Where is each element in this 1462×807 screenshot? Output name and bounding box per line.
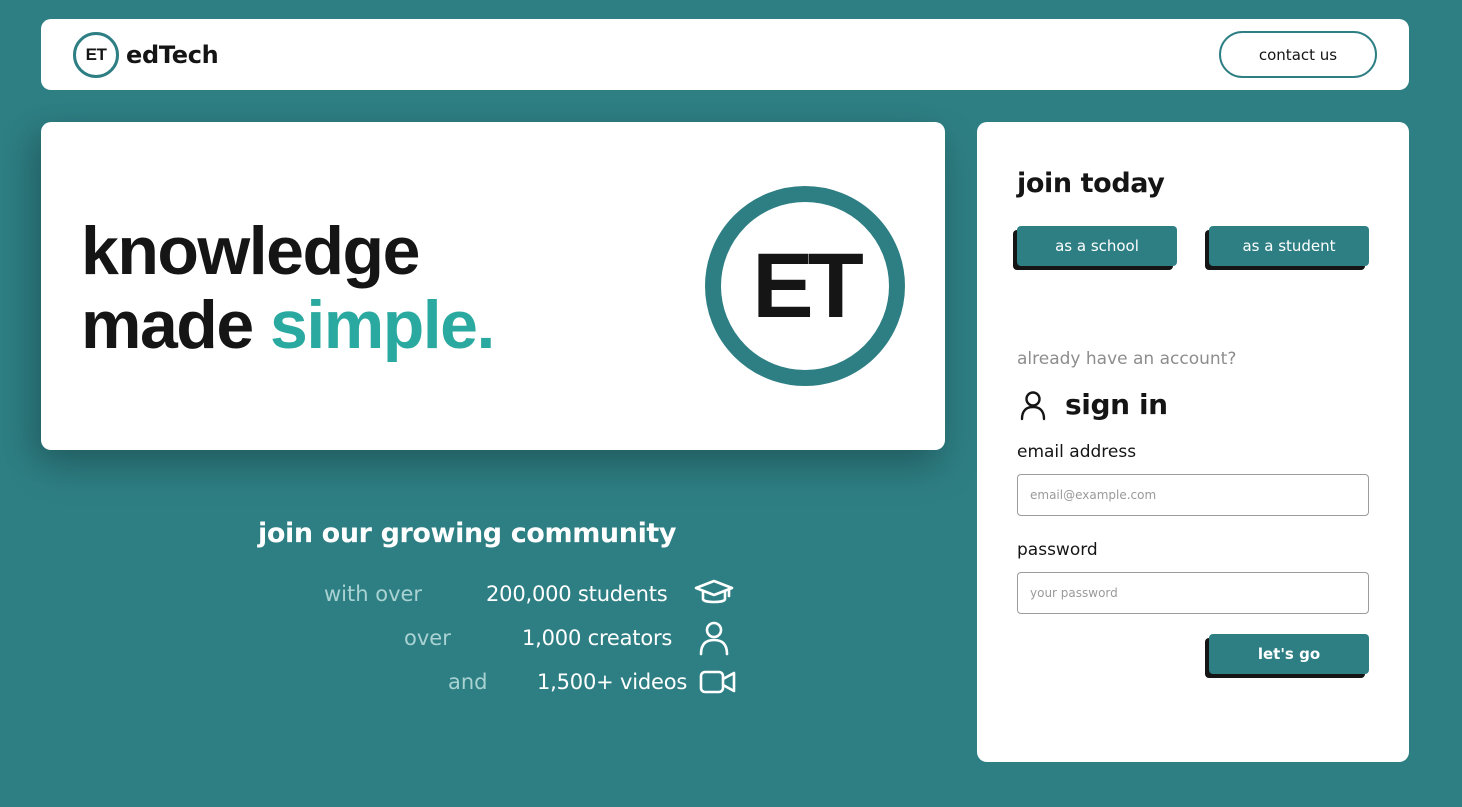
stat-value: 1,000 creators xyxy=(522,626,673,650)
stat-lead: with over xyxy=(324,582,423,606)
stat-row-creators: over 1,000 creators xyxy=(0,621,760,656)
email-label: email address xyxy=(1017,442,1137,462)
top-navbar: ET edTech contact us xyxy=(41,19,1409,90)
community-title: join our growing community xyxy=(258,518,677,549)
user-icon xyxy=(1020,390,1046,420)
hero-line-2-plain: made xyxy=(81,287,254,363)
brand[interactable]: ET edTech xyxy=(73,32,219,78)
hero-logo-icon: ET xyxy=(705,186,905,386)
signup-card: join today as a school as a student alre… xyxy=(977,122,1409,762)
stat-value: 200,000 students xyxy=(486,582,668,606)
stat-lead: over xyxy=(404,626,451,650)
password-label: password xyxy=(1017,540,1098,560)
hero-line-2: made simple. xyxy=(81,287,495,363)
join-as-student-button[interactable]: as a student xyxy=(1209,226,1369,266)
join-title: join today xyxy=(1017,168,1165,199)
person-icon xyxy=(699,621,729,656)
password-field[interactable] xyxy=(1017,572,1369,614)
hero-headline: knowledge made simple. xyxy=(81,213,495,363)
hero-line-1: knowledge xyxy=(81,213,420,289)
join-as-school-button[interactable]: as a school xyxy=(1017,226,1177,266)
brand-logo-icon[interactable]: ET xyxy=(73,32,119,78)
stat-value: 1,500+ videos xyxy=(537,670,688,694)
hero-line-2-accent: simple. xyxy=(270,287,495,363)
stat-row-students: with over 200,000 students xyxy=(0,578,760,610)
account-question: already have an account? xyxy=(1017,349,1237,369)
contact-us-button[interactable]: contact us xyxy=(1219,31,1377,78)
email-field[interactable] xyxy=(1017,474,1369,516)
signin-heading: sign in xyxy=(1017,388,1168,421)
signin-title: sign in xyxy=(1065,388,1168,421)
brand-name[interactable]: edTech xyxy=(126,41,219,69)
stat-row-videos: and 1,500+ videos xyxy=(0,666,760,698)
submit-button[interactable]: let's go xyxy=(1209,634,1369,674)
video-camera-icon xyxy=(699,670,736,694)
stat-lead: and xyxy=(448,670,488,694)
graduation-cap-icon xyxy=(694,579,734,604)
hero-card: knowledge made simple. ET xyxy=(41,122,945,450)
